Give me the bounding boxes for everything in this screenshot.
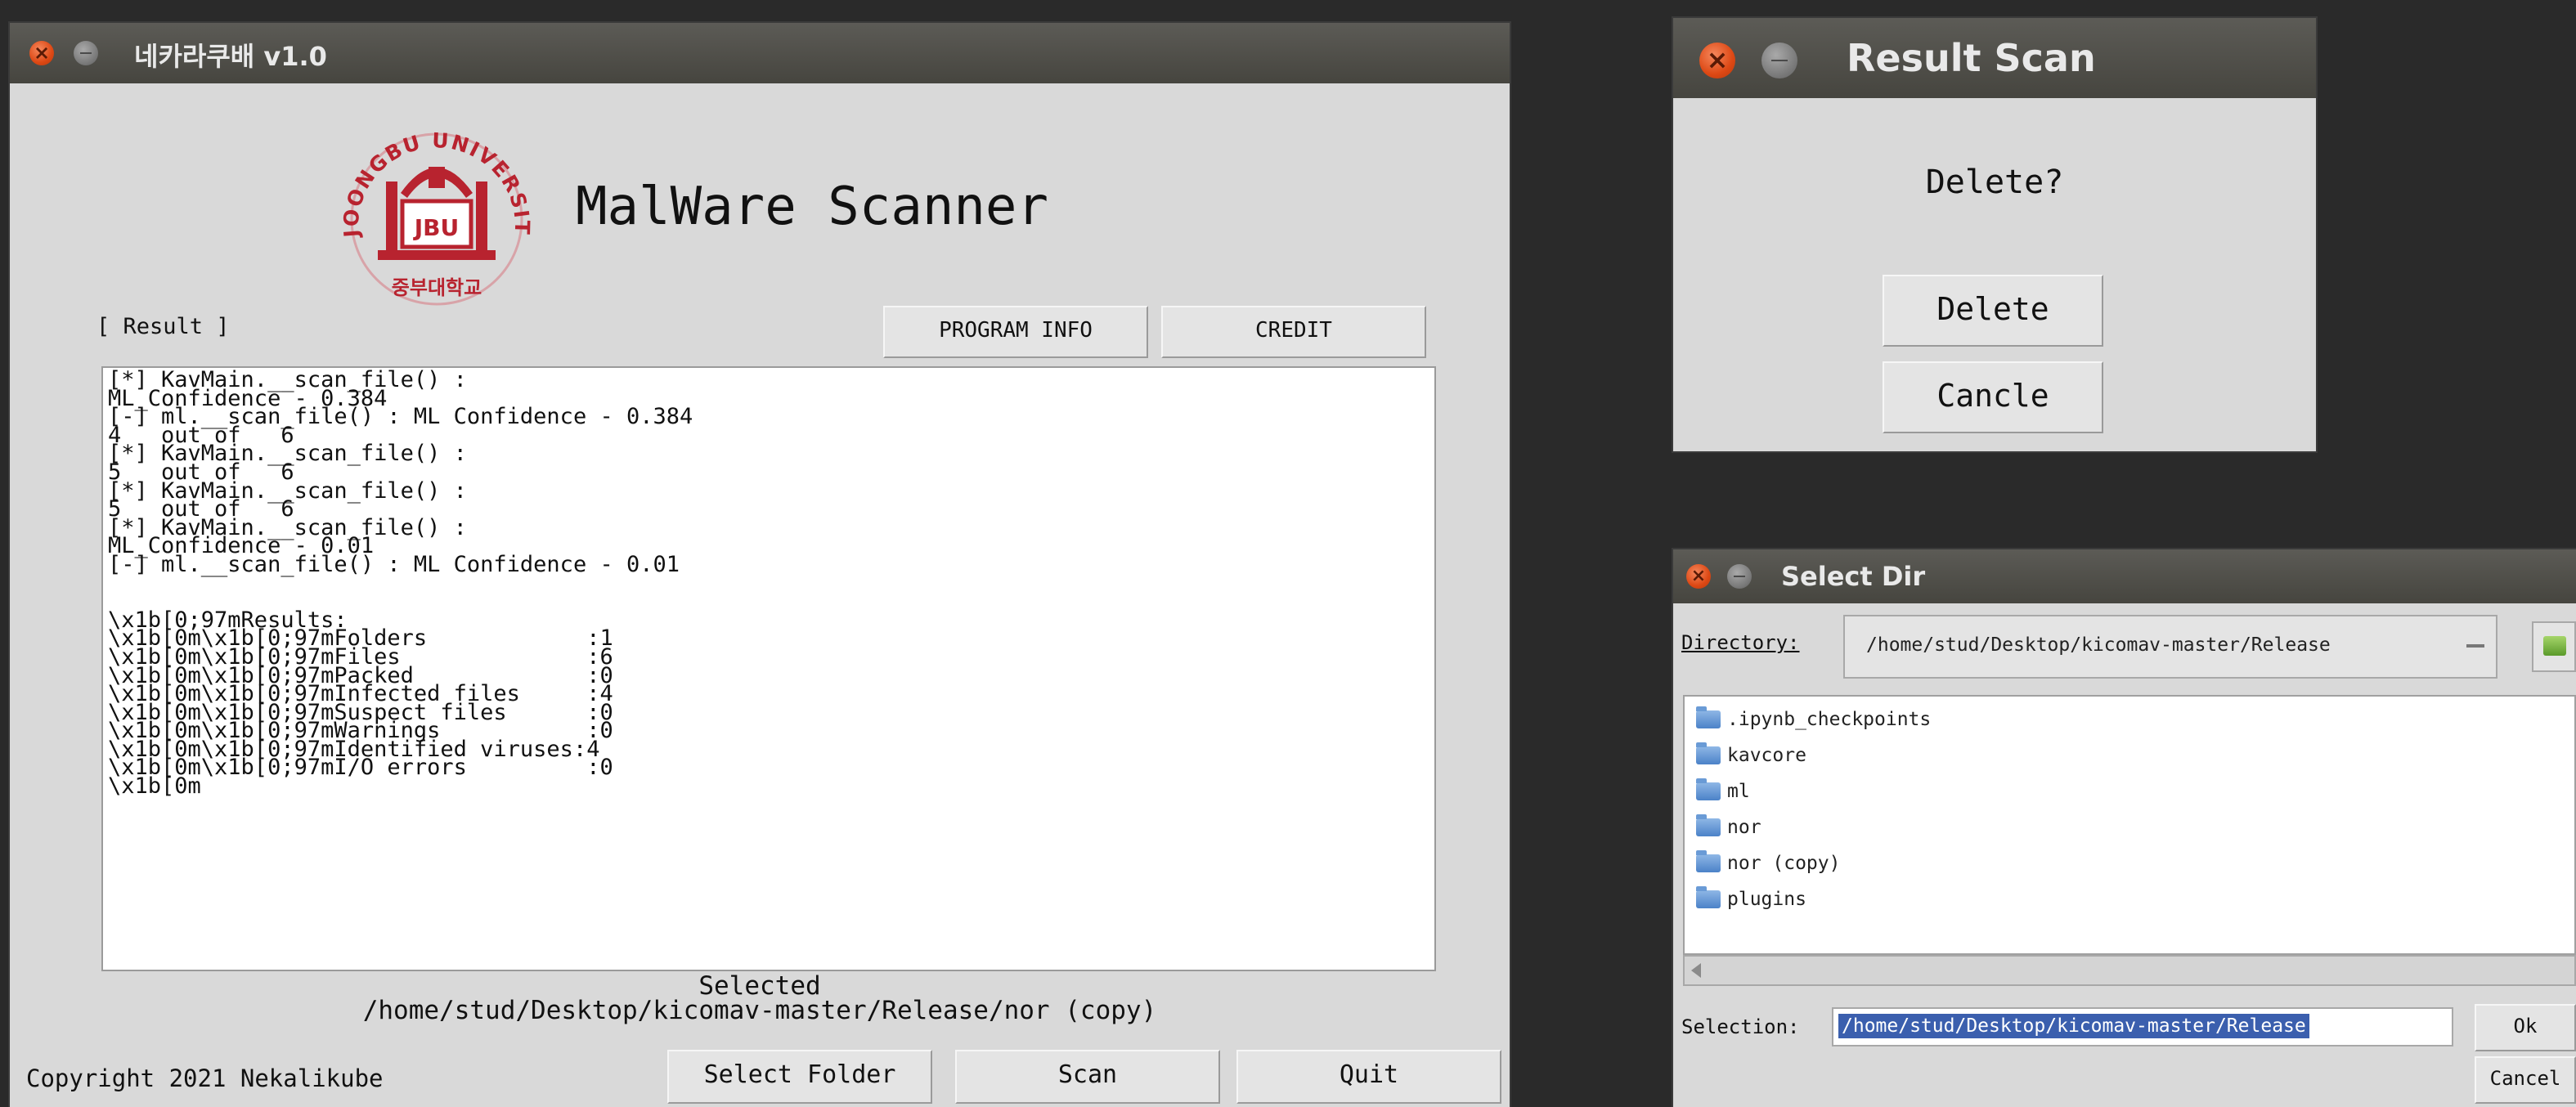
logo-center-text: JBU — [413, 214, 460, 241]
selection-field[interactable]: /home/stud/Desktop/kicomav-master/Releas… — [1832, 1007, 2453, 1046]
directory-label: Directory: — [1681, 631, 1800, 654]
list-item[interactable]: plugins — [1696, 883, 1806, 916]
delete-question: Delete? — [1925, 164, 2064, 201]
minimize-icon[interactable] — [1761, 43, 1797, 78]
directory-value: /home/stud/Desktop/kicomav-master/Releas… — [1866, 634, 2331, 656]
select-folder-button[interactable]: Select Folder — [667, 1050, 932, 1104]
result-scan-titlebar[interactable]: Result Scan — [1673, 18, 2316, 98]
app-title: MalWare Scanner — [576, 177, 1048, 237]
list-item[interactable]: nor (copy) — [1696, 847, 1840, 880]
logo-bottom-text: 중부대학교 — [392, 276, 482, 299]
program-info-button[interactable]: PROGRAM INFO — [883, 306, 1148, 358]
select-dir-title: Select Dir — [1781, 561, 1926, 592]
minimize-icon[interactable] — [74, 41, 98, 65]
new-folder-icon[interactable] — [2532, 621, 2576, 672]
main-window: 네카라쿠배 v1.0 JOONGBU UNIVERSITY JBU 중부대학교 … — [10, 23, 1510, 1107]
select-dir-titlebar[interactable]: Select Dir — [1673, 549, 2576, 603]
selection-value: /home/stud/Desktop/kicomav-master/Releas… — [1838, 1014, 2309, 1038]
folder-list[interactable]: .ipynb_checkpoints kavcore ml nor nor (c… — [1683, 695, 2576, 955]
university-logo: JOONGBU UNIVERSITY JBU 중부대학교 — [319, 119, 532, 306]
close-icon[interactable] — [1686, 564, 1711, 589]
result-scan-dialog: Result Scan Delete? Delete Cancle — [1673, 18, 2316, 451]
list-item[interactable]: .ipynb_checkpoints — [1696, 703, 1931, 736]
folder-name: .ipynb_checkpoints — [1727, 709, 1932, 730]
close-icon[interactable] — [29, 41, 54, 65]
selection-label: Selection: — [1681, 1015, 1800, 1038]
result-label: [ Result ] — [96, 314, 230, 339]
folder-name: kavcore — [1727, 745, 1806, 766]
folder-name: plugins — [1727, 889, 1806, 910]
main-window-titlebar[interactable]: 네카라쿠배 v1.0 — [10, 23, 1510, 83]
cancel-button[interactable]: Cancle — [1883, 361, 2103, 433]
scroll-left-icon[interactable] — [1691, 963, 1701, 978]
credit-button[interactable]: CREDIT — [1161, 306, 1426, 358]
folder-name: nor — [1727, 817, 1761, 838]
horizontal-scrollbar[interactable] — [1683, 955, 2576, 986]
folder-icon — [1696, 742, 1721, 764]
main-window-title: 네카라쿠배 v1.0 — [134, 41, 327, 72]
folder-icon — [1696, 706, 1721, 728]
result-text-area[interactable]: [*] KavMain.__scan_file() : ML_Confidenc… — [101, 366, 1436, 971]
folder-icon — [1696, 778, 1721, 800]
list-item[interactable]: nor — [1696, 811, 1761, 844]
directory-combobox[interactable]: /home/stud/Desktop/kicomav-master/Releas… — [1843, 615, 2497, 679]
quit-button[interactable]: Quit — [1236, 1050, 1501, 1104]
folder-name: nor (copy) — [1727, 853, 1841, 874]
list-item[interactable]: ml — [1696, 775, 1750, 808]
ok-button[interactable]: Ok — [2475, 1004, 2576, 1051]
dropdown-arrow-icon[interactable] — [2466, 644, 2484, 648]
folder-name: ml — [1727, 781, 1750, 802]
result-log-text: [*] KavMain.__scan_file() : ML_Confidenc… — [108, 367, 693, 800]
list-item[interactable]: kavcore — [1696, 739, 1806, 772]
result-scan-title: Result Scan — [1847, 36, 2096, 80]
scan-button[interactable]: Scan — [955, 1050, 1220, 1104]
select-dir-dialog: Select Dir Directory: /home/stud/Desktop… — [1673, 549, 2576, 1107]
cancel-button[interactable]: Cancel — [2475, 1056, 2576, 1104]
selected-path: /home/stud/Desktop/kicomav-master/Releas… — [362, 996, 1157, 1025]
copyright-text: Copyright 2021 Nekalikube — [26, 1064, 384, 1092]
folder-icon — [1696, 850, 1721, 872]
close-icon[interactable] — [1699, 43, 1735, 78]
folder-icon — [1696, 886, 1721, 908]
minimize-icon[interactable] — [1727, 564, 1752, 589]
folder-icon — [1696, 814, 1721, 836]
delete-button[interactable]: Delete — [1883, 275, 2103, 347]
